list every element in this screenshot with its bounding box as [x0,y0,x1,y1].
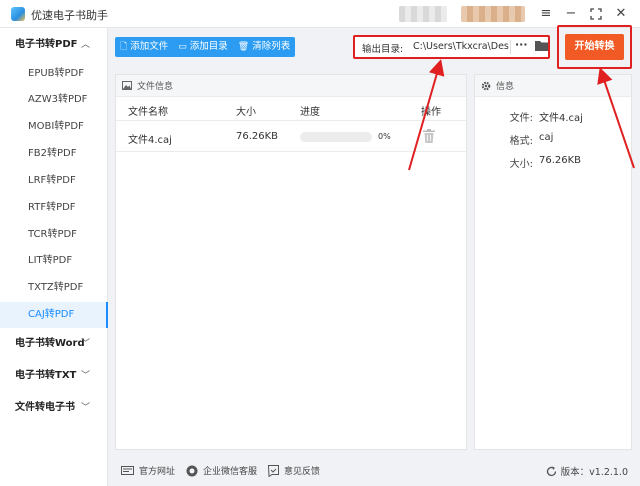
website-label: 官方网址 [139,467,176,477]
delete-icon[interactable] [423,129,435,143]
file-icon: 🗋 [120,42,128,52]
info-format-label: 格式: [509,136,533,147]
output-directory-label: 输出目录: [362,44,404,55]
browse-more-button[interactable]: ··· [515,38,528,51]
file-button-group: 🗋 添加文件 ▭ 添加目录 🗑 清除列表 [115,37,296,57]
panel-title: 信息 [496,82,515,92]
chevron-down-icon: ﹀ [80,339,90,349]
clear-list-label: 清除列表 [252,41,291,52]
sidebar-item-mobi[interactable]: MOBI转PDF [0,114,108,140]
info-size-label: 大小: [509,159,533,170]
sidebar: 电子书转PDF ︿ EPUB转PDF AZW3转PDF MOBI转PDF FB2… [0,28,108,486]
column-header-name: 文件名称 [128,107,168,118]
column-header-progress: 进度 [300,107,320,118]
sidebar-group-ebook-to-word[interactable]: 电子书转Word ﹀ [0,333,108,355]
add-folder-label: 添加目录 [189,41,228,52]
wechat-label: 企业微信客服 [203,467,258,477]
feedback-icon [268,464,279,477]
maximize-icon[interactable] [587,5,605,23]
progress-percent: 0% [378,132,391,141]
close-icon[interactable]: ✕ [612,5,630,23]
panel-header: 信息 [475,75,631,97]
file-list-panel: 文件信息 文件名称 大小 进度 操作 文件4.caj 76.26KB 0% [115,74,467,450]
sidebar-group-label: 电子书转PDF [15,39,78,50]
app-logo-icon [11,7,25,21]
start-convert-button[interactable]: 开始转换 [565,34,624,60]
add-folder-button[interactable]: ▭ 添加目录 [173,37,233,57]
sidebar-item-rtf[interactable]: RTF转PDF [0,195,108,221]
blurred-user-info [399,6,447,22]
website-link[interactable]: 官方网址 [121,464,175,477]
column-header-size: 大小 [236,107,256,118]
sidebar-group-label: 电子书转TXT [15,370,77,381]
refresh-icon [546,466,556,476]
toolbar: 🗋 添加文件 ▭ 添加目录 🗑 清除列表 输出目录: C:\Users\Tkxc… [108,25,640,69]
add-file-label: 添加文件 [130,41,169,52]
sidebar-item-azw3[interactable]: AZW3转PDF [0,87,108,113]
clear-list-button[interactable]: 🗑 清除列表 [233,37,295,57]
table-header: 文件名称 大小 进度 操作 [116,97,466,121]
blurred-account-badge [461,6,525,22]
output-directory-box: 输出目录: C:\Users\Tkxcra\Desktc ··· [353,35,550,59]
folder-icon: ▭ [178,42,187,52]
minimize-icon[interactable]: − [562,5,580,23]
sidebar-group-label: 文件转电子书 [15,402,75,413]
info-panel: 信息 文件: 文件4.caj 格式: caj 大小: 76.26KB [474,74,632,450]
file-name: 文件4.caj [128,135,172,146]
chat-icon [186,465,198,476]
gear-icon [481,81,491,90]
panel-header: 文件信息 [116,75,466,97]
info-size-value: 76.26KB [539,155,582,166]
trash-icon: 🗑 [237,42,250,52]
table-row[interactable]: 文件4.caj 76.26KB 0% [116,122,466,152]
info-file-label: 文件: [509,113,533,124]
output-directory-field[interactable]: C:\Users\Tkxcra\Desktc [413,40,509,54]
sidebar-item-lit[interactable]: LIT转PDF [0,248,108,274]
progress-bar [300,132,372,142]
sidebar-group-file-to-ebook[interactable]: 文件转电子书 ﹀ [0,397,108,419]
version-label: 版本：v1.2.1.0 [560,467,628,478]
sidebar-group-ebook-to-txt[interactable]: 电子书转TXT ﹀ [0,365,108,387]
chevron-down-icon: ﹀ [80,403,90,413]
app-title: 优速电子书助手 [31,9,108,22]
sidebar-item-lrf[interactable]: LRF转PDF [0,168,108,194]
file-size: 76.26KB [236,131,279,142]
add-file-button[interactable]: 🗋 添加文件 [115,37,173,57]
feedback-label: 意见反馈 [284,467,321,477]
column-header-action: 操作 [421,107,441,118]
start-button-highlight: 开始转换 [557,25,632,69]
wechat-support-link[interactable]: 企业微信客服 [186,464,257,477]
footer-bar: 官方网址 企业微信客服 意见反馈 版本：v1.2.1.0 [108,456,640,486]
sidebar-item-txtz[interactable]: TXTZ转PDF [0,275,108,301]
sidebar-item-epub[interactable]: EPUB转PDF [0,61,108,87]
title-bar: 优速电子书助手 ≡ − ✕ [0,0,640,28]
info-file-value: 文件4.caj [539,113,583,124]
sidebar-item-fb2[interactable]: FB2转PDF [0,141,108,167]
version-info[interactable]: 版本：v1.2.1.0 [546,464,628,478]
sidebar-group-label: 电子书转Word [15,338,85,349]
hamburger-icon[interactable]: ≡ [537,5,555,23]
divider [510,40,511,54]
sidebar-group-ebook-to-pdf[interactable]: 电子书转PDF ︿ [0,34,108,56]
feedback-link[interactable]: 意见反馈 [268,464,320,477]
sidebar-item-tcr[interactable]: TCR转PDF [0,222,108,248]
chevron-up-icon: ︿ [80,40,90,50]
sidebar-item-caj[interactable]: CAJ转PDF [0,302,108,328]
open-folder-icon[interactable] [535,40,548,51]
image-icon [122,81,132,90]
monitor-icon [121,465,134,475]
panel-title: 文件信息 [137,82,174,92]
chevron-down-icon: ﹀ [80,371,90,381]
info-format-value: caj [539,132,554,143]
